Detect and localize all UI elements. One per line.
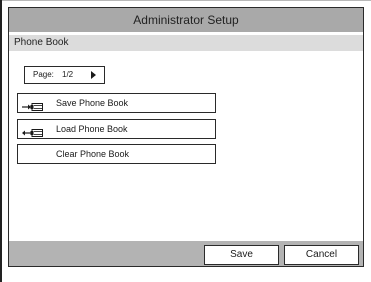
window-titlebar: Administrator Setup <box>9 8 363 32</box>
section-header: Phone Book <box>9 35 363 51</box>
footer-bar: Save Cancel <box>9 241 363 266</box>
import-from-card-icon <box>22 125 43 137</box>
page-label: Page: <box>33 70 54 79</box>
load-phone-book-button[interactable]: Load Phone Book <box>17 119 216 139</box>
page-value: 1/2 <box>62 70 74 79</box>
clear-phone-book-button[interactable]: Clear Phone Book <box>17 144 216 164</box>
save-phone-book-label: Save Phone Book <box>56 98 129 108</box>
page-selector[interactable]: Page: 1/2 <box>24 66 105 84</box>
export-to-card-icon <box>22 99 43 111</box>
clear-phone-book-label: Clear Phone Book <box>56 149 130 159</box>
triangle-right-icon[interactable] <box>91 71 96 79</box>
window-title: Administrator Setup <box>133 13 239 27</box>
section-title: Phone Book <box>14 37 69 48</box>
page-top-rule <box>0 0 371 1</box>
save-phone-book-button[interactable]: Save Phone Book <box>17 93 216 113</box>
load-phone-book-label: Load Phone Book <box>56 124 128 134</box>
save-button[interactable]: Save <box>204 245 279 265</box>
page-left-border <box>0 0 2 282</box>
administrator-setup-window: Administrator Setup Phone Book Page: 1/2… <box>8 7 364 267</box>
cancel-button[interactable]: Cancel <box>284 245 359 265</box>
